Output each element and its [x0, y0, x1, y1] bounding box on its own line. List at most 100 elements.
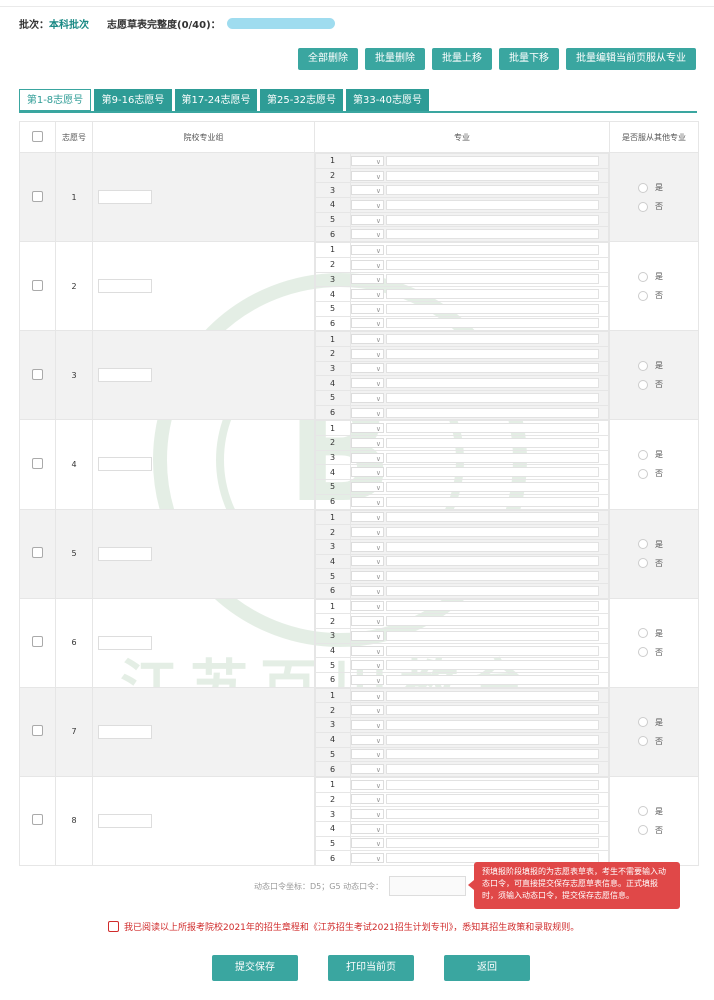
- major-dropdown[interactable]: ∨: [351, 585, 384, 596]
- major-text-field[interactable]: [386, 527, 599, 538]
- tab-17-24[interactable]: 第17-24志愿号: [175, 89, 257, 111]
- batch-edit-obey-button[interactable]: 批量编辑当前页服从专业: [566, 48, 696, 70]
- obey-yes-option[interactable]: 是: [638, 449, 698, 460]
- major-text-field[interactable]: [386, 719, 599, 730]
- major-dropdown[interactable]: ∨: [351, 185, 384, 196]
- radio-yes[interactable]: [638, 360, 648, 371]
- major-dropdown[interactable]: ∨: [351, 496, 384, 507]
- major-dropdown[interactable]: ∨: [351, 303, 384, 314]
- major-dropdown[interactable]: ∨: [351, 749, 384, 760]
- dynamic-code-input[interactable]: [389, 876, 467, 896]
- major-text-field[interactable]: [386, 392, 599, 403]
- major-dropdown[interactable]: ∨: [351, 467, 384, 478]
- obey-no-option[interactable]: 否: [638, 647, 698, 658]
- select-all-checkbox[interactable]: [32, 130, 43, 142]
- major-text-field[interactable]: [386, 481, 599, 492]
- submit-save-button[interactable]: 提交保存: [212, 955, 298, 981]
- group-input[interactable]: [98, 368, 152, 383]
- radio-no[interactable]: [638, 825, 648, 836]
- obey-yes-option[interactable]: 是: [638, 539, 698, 550]
- major-dropdown[interactable]: ∨: [351, 481, 384, 492]
- major-dropdown[interactable]: ∨: [351, 244, 384, 255]
- major-dropdown[interactable]: ∨: [351, 690, 384, 701]
- major-dropdown[interactable]: ∨: [351, 779, 384, 790]
- radio-no[interactable]: [638, 647, 648, 658]
- major-dropdown[interactable]: ∨: [351, 155, 384, 166]
- major-dropdown[interactable]: ∨: [351, 660, 384, 671]
- major-dropdown[interactable]: ∨: [351, 334, 384, 345]
- major-text-field[interactable]: [386, 214, 599, 225]
- group-input[interactable]: [98, 546, 152, 561]
- major-text-field[interactable]: [386, 318, 599, 329]
- group-input[interactable]: [98, 457, 152, 472]
- batch-delete-button[interactable]: 批量删除: [365, 48, 425, 70]
- major-dropdown[interactable]: ∨: [351, 214, 384, 225]
- major-dropdown[interactable]: ∨: [351, 527, 384, 538]
- major-dropdown[interactable]: ∨: [351, 407, 384, 418]
- radio-yes[interactable]: [638, 806, 648, 817]
- major-text-field[interactable]: [386, 556, 599, 567]
- obey-yes-option[interactable]: 是: [638, 806, 698, 817]
- major-dropdown[interactable]: ∨: [351, 348, 384, 359]
- major-text-field[interactable]: [386, 630, 599, 641]
- major-text-field[interactable]: [386, 838, 599, 849]
- major-dropdown[interactable]: ∨: [351, 452, 384, 463]
- major-text-field[interactable]: [386, 303, 599, 314]
- major-text-field[interactable]: [386, 259, 599, 270]
- major-dropdown[interactable]: ∨: [351, 823, 384, 834]
- major-text-field[interactable]: [386, 705, 599, 716]
- radio-no[interactable]: [638, 290, 648, 301]
- radio-yes[interactable]: [638, 539, 648, 550]
- obey-no-option[interactable]: 否: [638, 379, 698, 390]
- major-dropdown[interactable]: ∨: [351, 630, 384, 641]
- major-dropdown[interactable]: ∨: [351, 556, 384, 567]
- major-dropdown[interactable]: ∨: [351, 645, 384, 656]
- obey-no-option[interactable]: 否: [638, 201, 698, 212]
- row-checkbox[interactable]: [32, 814, 43, 826]
- row-checkbox[interactable]: [32, 368, 43, 380]
- major-dropdown[interactable]: ∨: [351, 392, 384, 403]
- major-text-field[interactable]: [386, 571, 599, 582]
- major-text-field[interactable]: [386, 794, 599, 805]
- major-text-field[interactable]: [386, 363, 599, 374]
- radio-yes[interactable]: [638, 449, 648, 460]
- major-dropdown[interactable]: ∨: [351, 616, 384, 627]
- row-checkbox[interactable]: [32, 547, 43, 559]
- major-dropdown[interactable]: ∨: [351, 378, 384, 389]
- batch-move-up-button[interactable]: 批量上移: [432, 48, 492, 70]
- tab-33-40[interactable]: 第33-40志愿号: [346, 89, 429, 111]
- major-dropdown[interactable]: ∨: [351, 318, 384, 329]
- major-dropdown[interactable]: ∨: [351, 809, 384, 820]
- major-text-field[interactable]: [386, 378, 599, 389]
- obey-yes-option[interactable]: 是: [638, 717, 698, 728]
- major-text-field[interactable]: [386, 779, 599, 790]
- major-text-field[interactable]: [386, 496, 599, 507]
- tab-9-16[interactable]: 第9-16志愿号: [94, 89, 172, 111]
- obey-yes-option[interactable]: 是: [638, 182, 698, 193]
- major-dropdown[interactable]: ∨: [351, 437, 384, 448]
- obey-no-option[interactable]: 否: [638, 468, 698, 479]
- major-text-field[interactable]: [386, 823, 599, 834]
- major-text-field[interactable]: [386, 541, 599, 552]
- obey-yes-option[interactable]: 是: [638, 628, 698, 639]
- major-text-field[interactable]: [386, 334, 599, 345]
- major-dropdown[interactable]: ∨: [351, 229, 384, 240]
- major-text-field[interactable]: [386, 289, 599, 300]
- major-dropdown[interactable]: ∨: [351, 838, 384, 849]
- major-text-field[interactable]: [386, 734, 599, 745]
- obey-yes-option[interactable]: 是: [638, 360, 698, 371]
- major-dropdown[interactable]: ∨: [351, 794, 384, 805]
- group-input[interactable]: [98, 813, 152, 828]
- major-text-field[interactable]: [386, 674, 599, 685]
- major-dropdown[interactable]: ∨: [351, 289, 384, 300]
- agree-checkbox[interactable]: [108, 921, 119, 932]
- group-input[interactable]: [98, 724, 152, 739]
- major-dropdown[interactable]: ∨: [351, 853, 384, 864]
- row-checkbox[interactable]: [32, 279, 43, 291]
- back-button[interactable]: 返回: [444, 955, 530, 981]
- major-dropdown[interactable]: ∨: [351, 423, 384, 434]
- major-text-field[interactable]: [386, 437, 599, 448]
- major-dropdown[interactable]: ∨: [351, 571, 384, 582]
- major-text-field[interactable]: [386, 645, 599, 656]
- major-dropdown[interactable]: ∨: [351, 363, 384, 374]
